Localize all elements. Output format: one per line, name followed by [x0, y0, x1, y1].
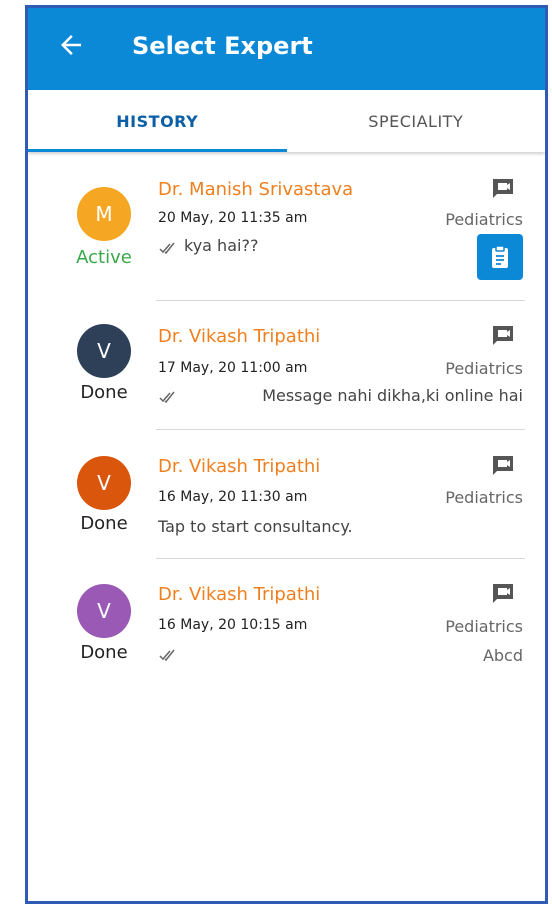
tab-speciality[interactable]: SPECIALITY [287, 90, 546, 152]
speciality-label: Pediatrics [445, 359, 523, 378]
avatar: V [77, 324, 131, 378]
page-title: Select Expert [132, 32, 313, 60]
extra-note: Abcd [482, 646, 523, 665]
double-check-icon [159, 391, 175, 403]
divider [156, 429, 525, 430]
last-message: kya hai?? [184, 236, 259, 255]
tab-indicator [28, 149, 287, 152]
chat-icon[interactable] [491, 324, 515, 346]
status-badge: Active [76, 247, 132, 268]
list-item[interactable]: V Done Dr. Vikash Tripathi 17 May, 20 11… [28, 304, 545, 434]
app-bar: Select Expert [28, 8, 545, 90]
last-message: Tap to start consultancy. [158, 517, 353, 536]
expert-name: Dr. Manish Srivastava [158, 179, 354, 200]
speciality-label: Pediatrics [445, 488, 523, 507]
speciality-label: Pediatrics [445, 210, 523, 229]
expert-name: Dr. Vikash Tripathi [158, 584, 321, 605]
clipboard-icon [492, 245, 508, 268]
list-item[interactable]: V Done Dr. Vikash Tripathi 16 May, 20 11… [28, 434, 545, 562]
double-check-icon [159, 242, 175, 254]
tab-history[interactable]: HISTORY [28, 90, 287, 152]
back-arrow-icon[interactable] [56, 30, 86, 60]
chat-icon[interactable] [491, 454, 515, 476]
avatar: V [77, 456, 131, 510]
prescription-button[interactable] [477, 234, 523, 280]
avatar: V [77, 584, 131, 638]
timestamp: 16 May, 20 11:30 am [158, 489, 308, 505]
avatar: M [77, 187, 131, 241]
chat-icon[interactable] [491, 177, 515, 199]
last-message: Message nahi dikha,ki online hai [262, 386, 523, 405]
timestamp: 17 May, 20 11:00 am [158, 360, 308, 376]
status-badge: Done [80, 513, 128, 534]
timestamp: 20 May, 20 11:35 am [158, 210, 308, 226]
list-item[interactable]: M Active Dr. Manish Srivastava 20 May, 2… [28, 154, 545, 304]
app-frame: Select Expert HISTORY SPECIALITY M Activ… [25, 5, 548, 904]
timestamp: 16 May, 20 10:15 am [158, 617, 308, 633]
list-item[interactable]: V Done Dr. Vikash Tripathi 16 May, 20 10… [28, 562, 545, 692]
speciality-label: Pediatrics [445, 617, 523, 636]
status-badge: Done [80, 382, 128, 403]
tab-bar: HISTORY SPECIALITY [28, 90, 545, 152]
divider [156, 300, 525, 301]
divider [156, 558, 525, 559]
status-badge: Done [80, 642, 128, 663]
expert-name: Dr. Vikash Tripathi [158, 326, 321, 347]
chat-icon[interactable] [491, 582, 515, 604]
double-check-icon [159, 649, 175, 661]
expert-name: Dr. Vikash Tripathi [158, 456, 321, 477]
